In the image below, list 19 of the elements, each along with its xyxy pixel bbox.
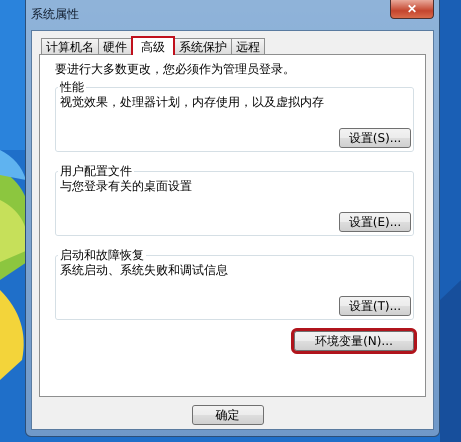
close-button[interactable]: ✕ xyxy=(390,0,434,19)
settings-button[interactable]: 设置(S)... xyxy=(339,128,411,148)
group-title: 启动和故障恢复 xyxy=(59,248,145,262)
group-title: 用户配置文件 xyxy=(59,164,133,178)
window-title: 系统属性 xyxy=(31,6,79,23)
tab[interactable]: 硬件 xyxy=(98,38,132,54)
tab[interactable]: 远程 xyxy=(231,38,265,54)
ok-button[interactable]: 确定 xyxy=(192,405,264,425)
group-description: 与您登录有关的桌面设置 xyxy=(60,178,193,194)
tab[interactable]: 高级 xyxy=(131,36,175,55)
environment-variables-button[interactable]: 环境变量(N)... xyxy=(294,331,414,351)
group-description: 视觉效果，处理器计划，内存使用，以及虚拟内存 xyxy=(60,94,325,110)
group-description: 系统启动、系统失败和调试信息 xyxy=(60,262,229,278)
settings-button[interactable]: 设置(T)... xyxy=(339,296,411,316)
tab[interactable]: 系统保护 xyxy=(174,38,232,54)
group-title: 性能 xyxy=(58,80,85,94)
admin-notice: 要进行大多数更改，您必须作为管理员登录。 xyxy=(55,61,296,78)
settings-button[interactable]: 设置(E)... xyxy=(339,212,411,232)
tab[interactable]: 计算机名 xyxy=(41,38,99,54)
